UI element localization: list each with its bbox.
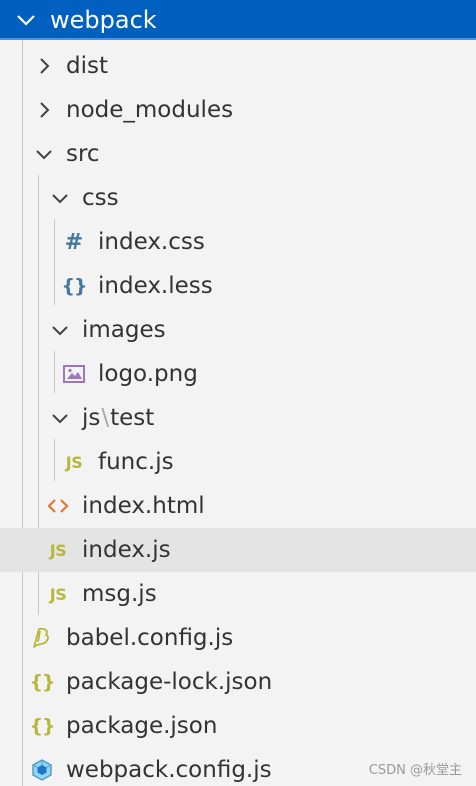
- tree-item-label: func.js: [98, 449, 174, 475]
- tree-item-label: logo.png: [98, 361, 198, 387]
- image-file-icon: [63, 365, 85, 383]
- html-brackets-icon: [47, 499, 69, 513]
- tree-item-label: index.html: [82, 493, 205, 519]
- tree-item-label: babel.config.js: [66, 625, 234, 651]
- folder-segment-js[interactable]: js: [82, 405, 100, 431]
- watermark-text: CSDN @秋堂主: [368, 763, 462, 778]
- tree-item-label: msg.js: [82, 581, 157, 607]
- tree-item-label: index.less: [98, 273, 213, 299]
- js-file-icon: JS: [65, 452, 83, 472]
- tree-item-label: src: [66, 141, 100, 167]
- chevron-right-icon[interactable]: [32, 54, 56, 78]
- path-separator: \: [101, 405, 110, 431]
- tree-item-label: node_modules: [66, 97, 234, 123]
- tree-item-label: dist: [66, 53, 108, 79]
- tree-item-label: index.js: [82, 537, 171, 563]
- tree-item-images-folder[interactable]: images: [0, 308, 476, 352]
- tree-item-node-modules[interactable]: node_modules: [0, 88, 476, 132]
- tree-item-label: index.css: [98, 229, 205, 255]
- chevron-down-icon[interactable]: [48, 318, 72, 342]
- js-file-icon: JS: [49, 584, 67, 604]
- chevron-right-icon[interactable]: [32, 98, 56, 122]
- root-folder-header[interactable]: webpack: [0, 0, 476, 40]
- tree-item-logo-png[interactable]: logo.png: [0, 352, 476, 396]
- less-braces-icon: {}: [61, 275, 87, 297]
- folder-segment-test[interactable]: test: [110, 405, 154, 431]
- tree-item-index-css[interactable]: # index.css: [0, 220, 476, 264]
- babel-icon: [33, 627, 49, 648]
- tree-item-label: js\test: [82, 403, 154, 433]
- tree-item-package-lock-json[interactable]: {} package-lock.json: [0, 660, 476, 704]
- chevron-down-icon[interactable]: [32, 142, 56, 166]
- tree-item-label: webpack.config.js: [66, 757, 272, 783]
- webpack-cube-icon: [32, 759, 52, 781]
- tree-item-index-js[interactable]: JS index.js: [0, 528, 476, 572]
- tree-item-js-test-folder[interactable]: js\test: [0, 396, 476, 440]
- json-braces-icon: {}: [29, 715, 55, 737]
- tree-item-src[interactable]: src: [0, 132, 476, 176]
- tree-item-label: package.json: [66, 713, 218, 739]
- json-braces-icon: {}: [29, 671, 55, 693]
- tree-item-func-js[interactable]: JS func.js: [0, 440, 476, 484]
- chevron-down-icon[interactable]: [14, 8, 38, 32]
- tree-item-label: css: [82, 185, 119, 211]
- tree-item-css-folder[interactable]: css: [0, 176, 476, 220]
- chevron-down-icon[interactable]: [48, 186, 72, 210]
- tree-item-label: package-lock.json: [66, 669, 273, 695]
- file-explorer: webpack dist node_modules src css # inde…: [0, 0, 476, 786]
- tree-item-index-less[interactable]: {} index.less: [0, 264, 476, 308]
- tree-item-msg-js[interactable]: JS msg.js: [0, 572, 476, 616]
- tree-item-babel-config[interactable]: babel.config.js: [0, 616, 476, 660]
- root-folder-title: webpack: [50, 6, 157, 34]
- tree-item-index-html[interactable]: index.html: [0, 484, 476, 528]
- chevron-down-icon[interactable]: [48, 406, 72, 430]
- css-hash-icon: #: [64, 229, 84, 255]
- tree-item-label: images: [82, 317, 166, 343]
- js-file-icon: JS: [49, 540, 67, 560]
- tree-item-dist[interactable]: dist: [0, 44, 476, 88]
- tree-item-package-json[interactable]: {} package.json: [0, 704, 476, 748]
